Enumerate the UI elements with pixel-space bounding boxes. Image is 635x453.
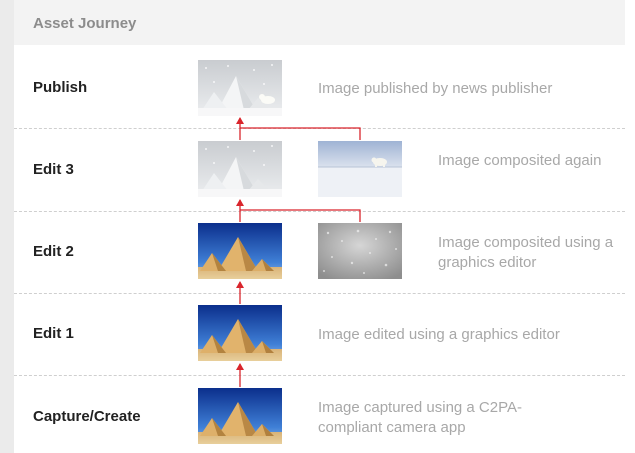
arrow-polar-bear-to-publish [240, 127, 361, 140]
arrow-snowstorm-to-edit-3 [240, 209, 361, 222]
provenance-arrows [236, 117, 361, 387]
